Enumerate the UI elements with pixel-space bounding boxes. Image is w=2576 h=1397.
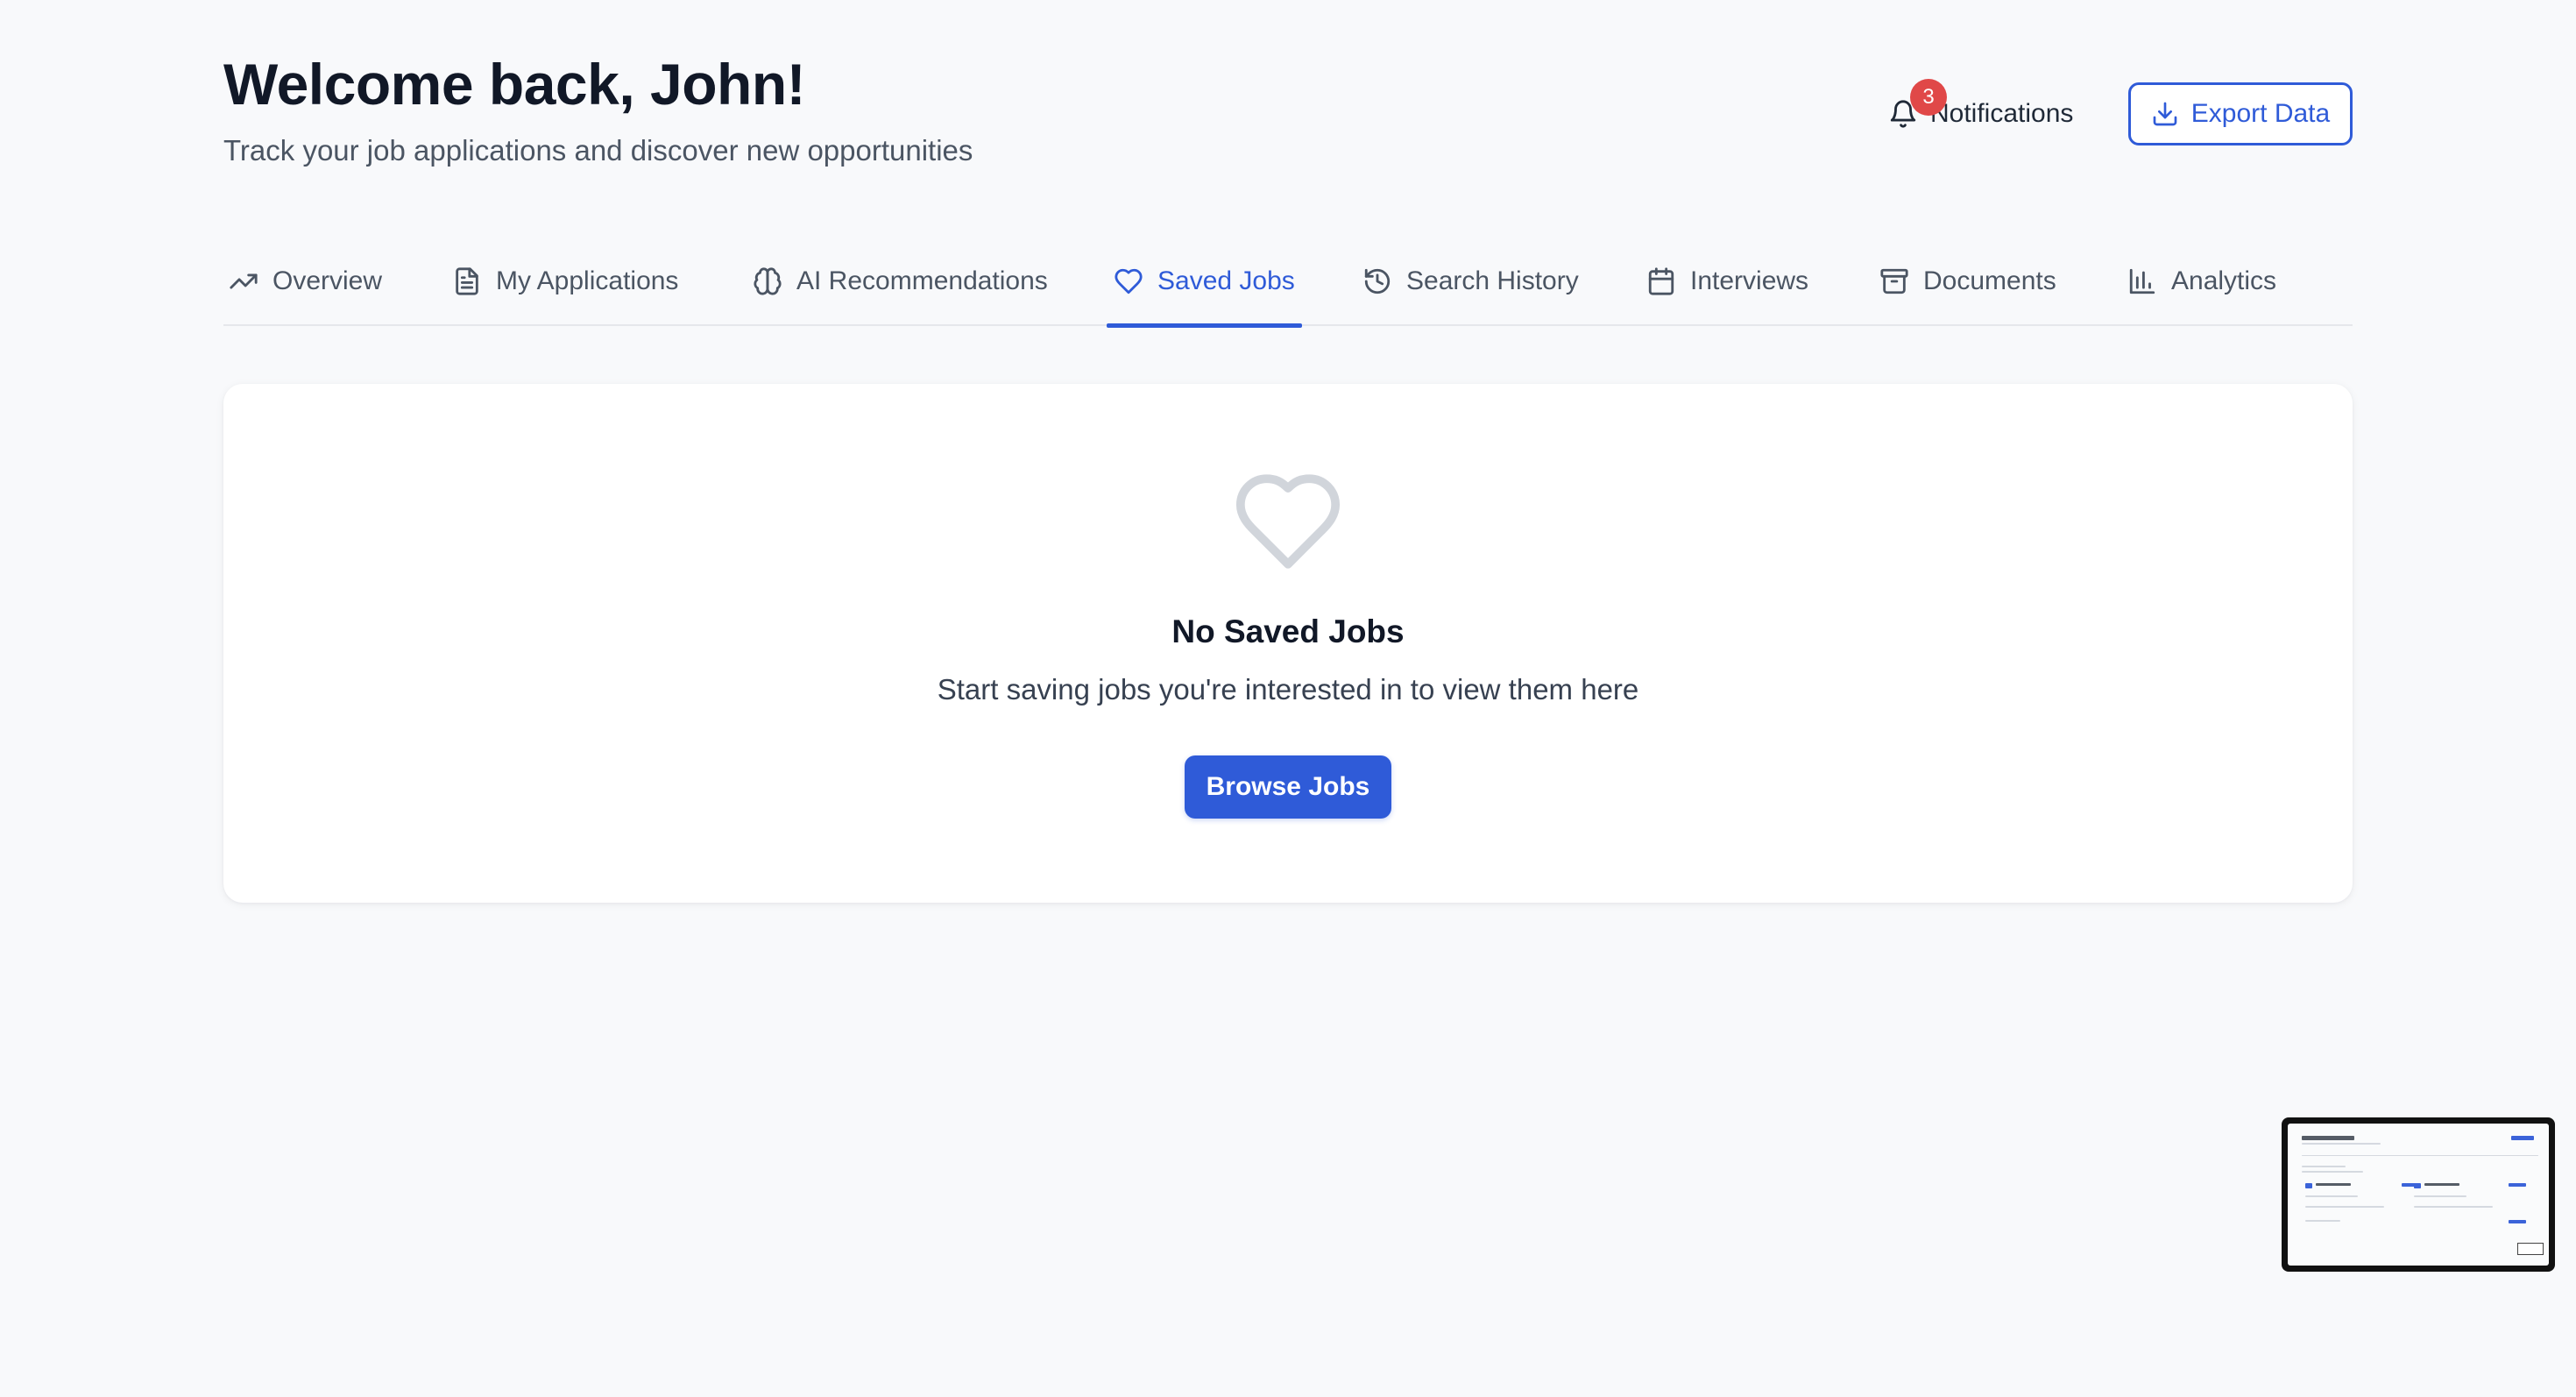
dashboard-page: Welcome back, John! Track your job appli… xyxy=(223,0,2353,903)
tab-my-applications[interactable]: My Applications xyxy=(452,237,678,326)
browse-jobs-button[interactable]: Browse Jobs xyxy=(1185,755,1391,819)
download-icon xyxy=(2153,102,2177,126)
tab-label: AI Recommendations xyxy=(796,266,1048,295)
history-icon xyxy=(1364,268,1391,294)
export-data-button[interactable]: Export Data xyxy=(2128,82,2353,145)
empty-state-title: No Saved Jobs xyxy=(1171,613,1405,649)
heart-icon xyxy=(1115,268,1143,294)
tab-overview[interactable]: Overview xyxy=(229,237,382,326)
trending-up-icon xyxy=(230,273,258,289)
file-text-icon xyxy=(456,267,478,295)
page-title: Welcome back, John! xyxy=(223,52,806,117)
tab-ai-recommendations[interactable]: AI Recommendations xyxy=(753,237,1048,326)
bar-chart-icon xyxy=(2129,268,2155,294)
tab-label: My Applications xyxy=(496,266,679,295)
tab-label: Interviews xyxy=(1690,266,1809,295)
tab-bar: Overview My Applications AI Recommendati… xyxy=(223,237,2353,328)
tab-label: Search History xyxy=(1406,266,1579,295)
tab-search-history[interactable]: Search History xyxy=(1362,237,1579,326)
brain-icon xyxy=(754,267,782,295)
saved-jobs-card: No Saved Jobs Start saving jobs you're i… xyxy=(223,384,2353,903)
tab-interviews[interactable]: Interviews xyxy=(1646,237,1808,326)
tab-saved-jobs[interactable]: Saved Jobs xyxy=(1107,237,1302,328)
notifications-label: Notifications xyxy=(1930,99,2074,128)
page-preview-thumbnail[interactable] xyxy=(2282,1117,2555,1272)
preview-screen xyxy=(2288,1124,2549,1266)
tab-label: Overview xyxy=(272,266,383,295)
empty-state-description: Start saving jobs you're interested in t… xyxy=(937,673,1639,706)
notification-count-badge: 3 xyxy=(1910,79,1947,116)
page-subtitle: Track your job applications and discover… xyxy=(223,134,973,167)
export-data-label: Export Data xyxy=(2190,99,2331,128)
page-header: Welcome back, John! Track your job appli… xyxy=(223,0,2353,202)
tab-analytics[interactable]: Analytics xyxy=(2127,237,2276,326)
tab-label: Saved Jobs xyxy=(1157,266,1295,295)
tab-label: Analytics xyxy=(2171,266,2277,295)
archive-icon xyxy=(1880,268,1908,294)
tab-documents[interactable]: Documents xyxy=(1879,237,2056,326)
tab-label: Documents xyxy=(1923,266,2056,295)
heart-outline-icon xyxy=(1235,474,1341,569)
calendar-icon xyxy=(1648,267,1674,295)
